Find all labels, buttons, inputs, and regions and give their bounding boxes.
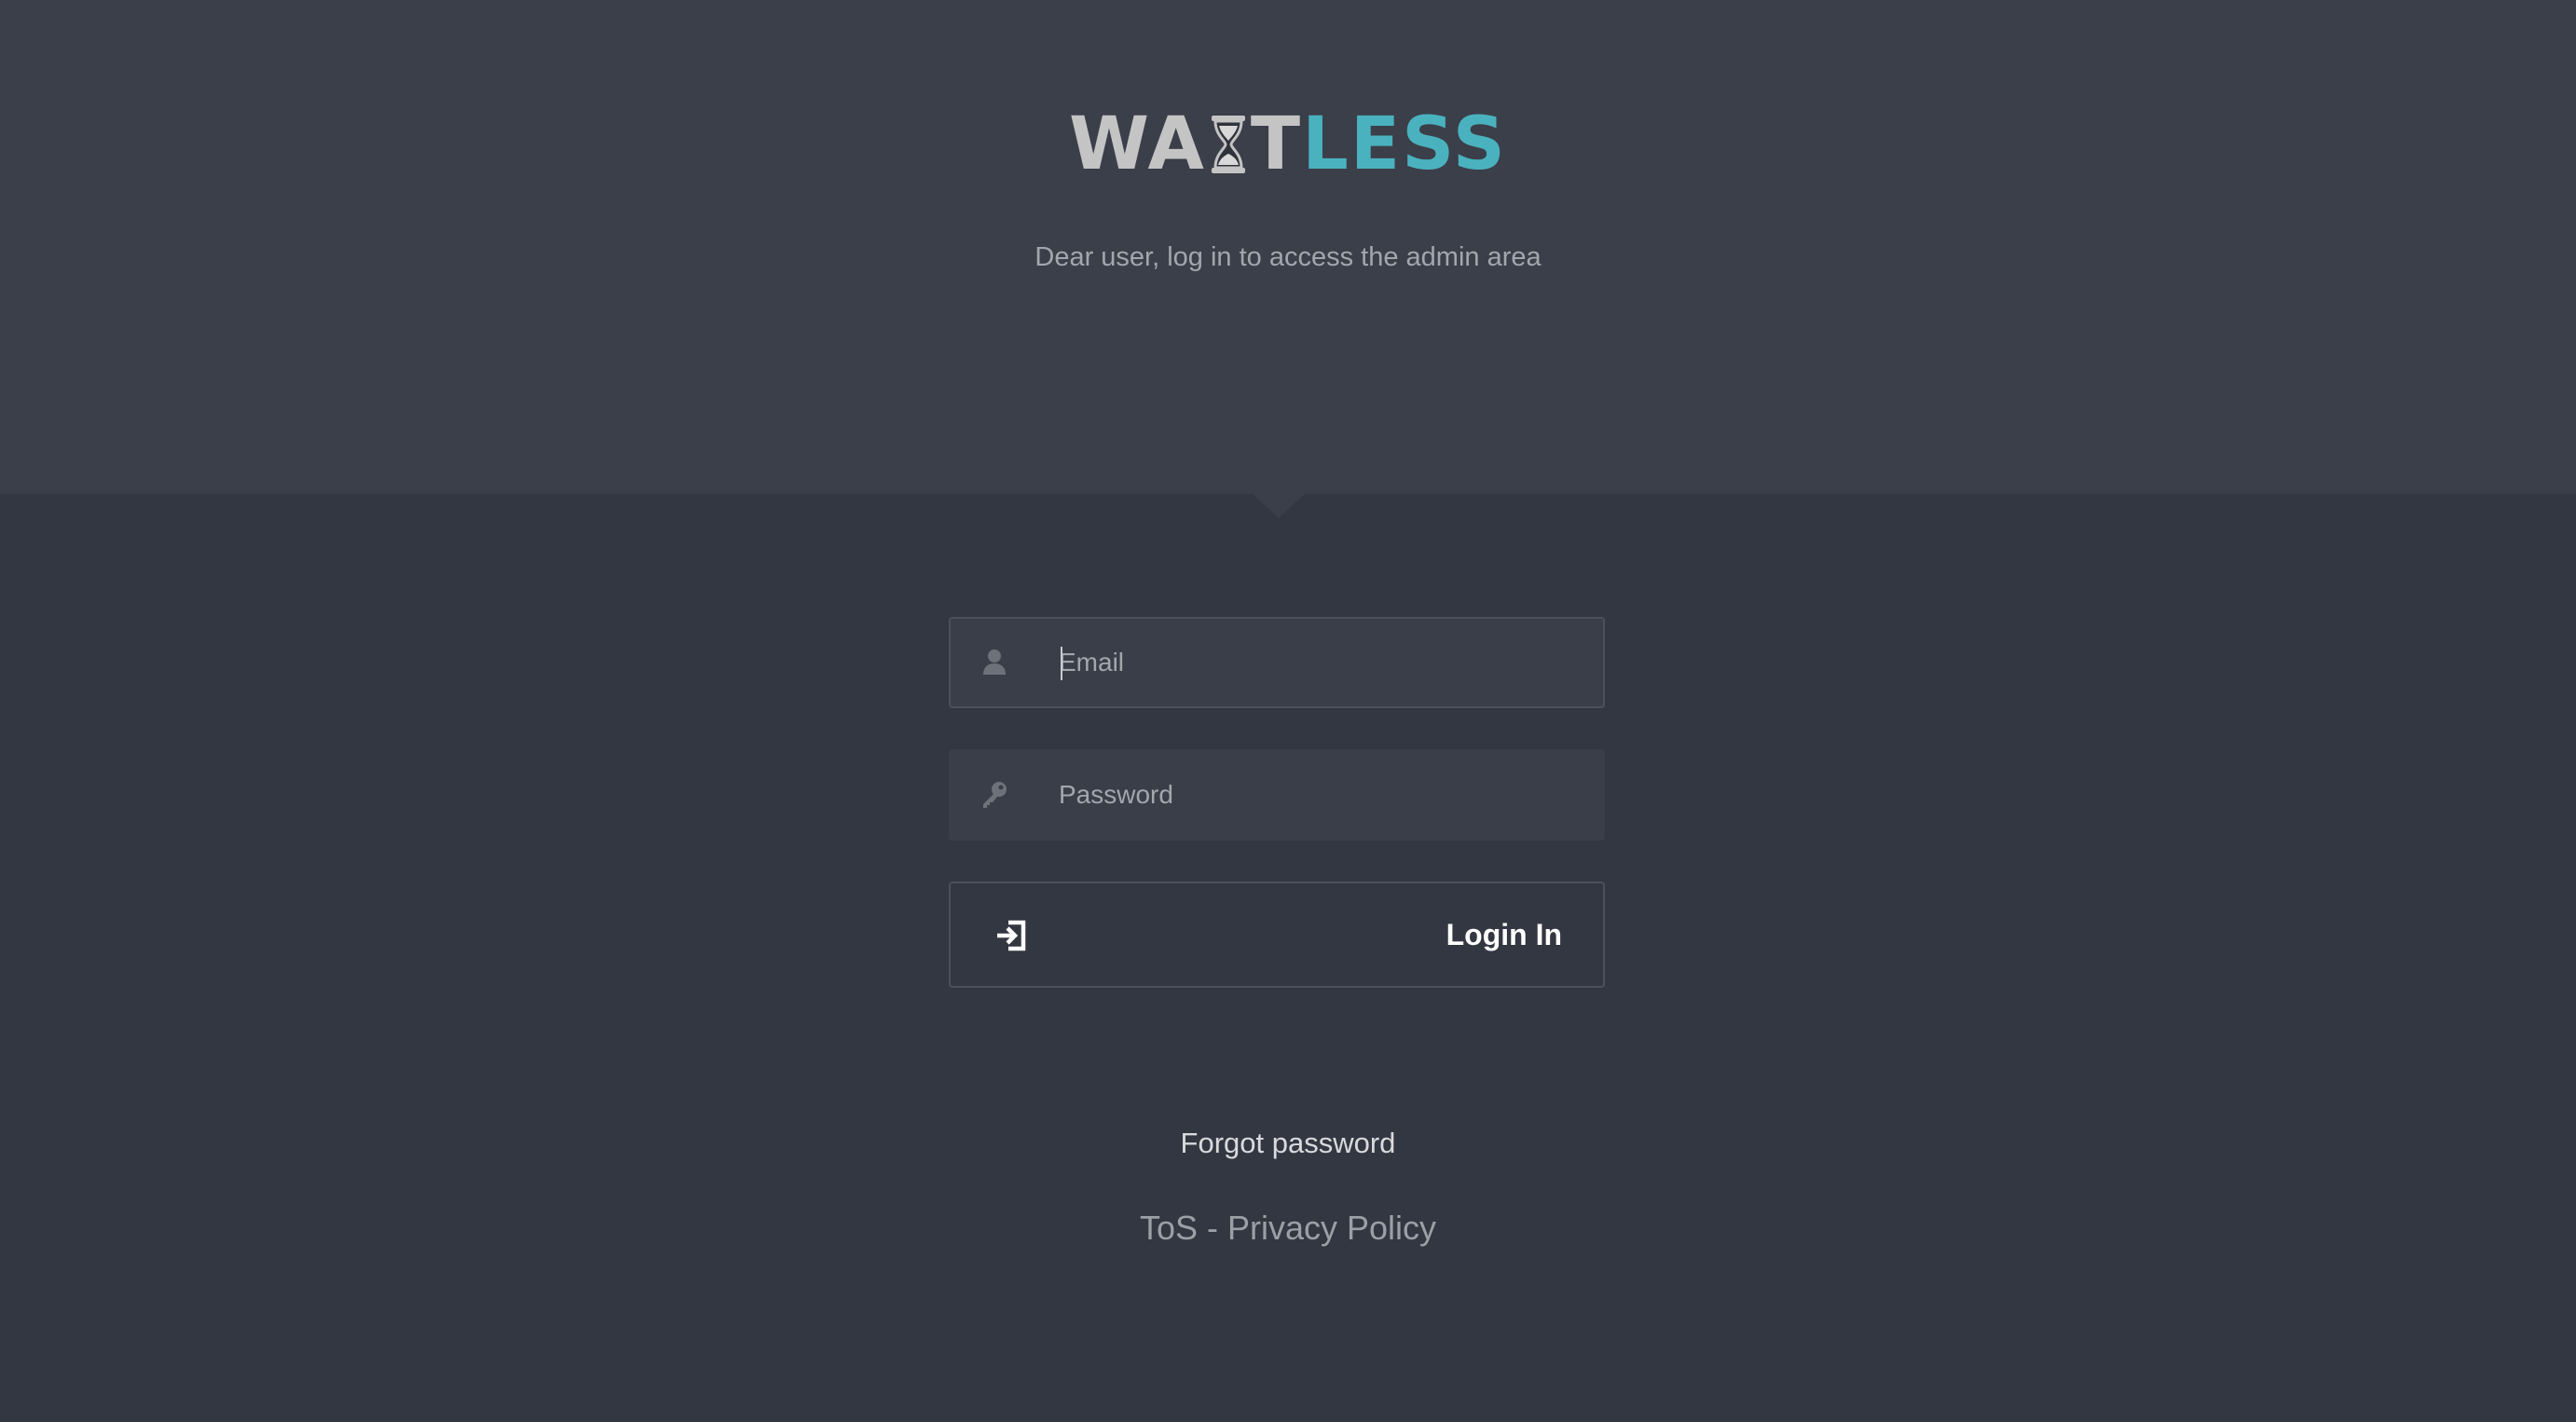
header-panel: WA TLESS Dear user, log in to access the… — [0, 0, 2576, 494]
email-input[interactable] — [1059, 619, 1581, 706]
user-icon — [979, 647, 1010, 678]
email-field[interactable] — [949, 617, 1605, 708]
login-button[interactable]: Login In — [949, 882, 1605, 988]
privacy-policy-link[interactable]: Privacy Policy — [1227, 1209, 1436, 1247]
tos-link[interactable]: ToS — [1140, 1209, 1198, 1247]
login-page: WA TLESS Dear user, log in to access the… — [0, 0, 2576, 1422]
brand-logo: WA TLESS — [0, 103, 2576, 186]
footer-separator: - — [1197, 1209, 1227, 1247]
hourglass-icon — [1210, 108, 1247, 173]
logo-text-wa: WA — [1069, 103, 1206, 186]
logo-text-t: T — [1250, 103, 1303, 186]
login-button-label: Login In — [1446, 918, 1562, 951]
forgot-password-link[interactable]: Forgot password — [0, 1122, 2576, 1165]
password-field[interactable] — [949, 749, 1605, 841]
logo-text-less: LESS — [1302, 103, 1507, 186]
login-subtitle: Dear user, log in to access the admin ar… — [1035, 242, 1541, 272]
key-icon — [979, 779, 1010, 811]
sign-in-icon — [995, 919, 1031, 952]
header-notch — [1253, 494, 1305, 518]
footer-links: ToS - Privacy Policy — [0, 1204, 2576, 1252]
text-cursor — [1061, 647, 1062, 680]
password-input[interactable] — [1059, 751, 1581, 839]
